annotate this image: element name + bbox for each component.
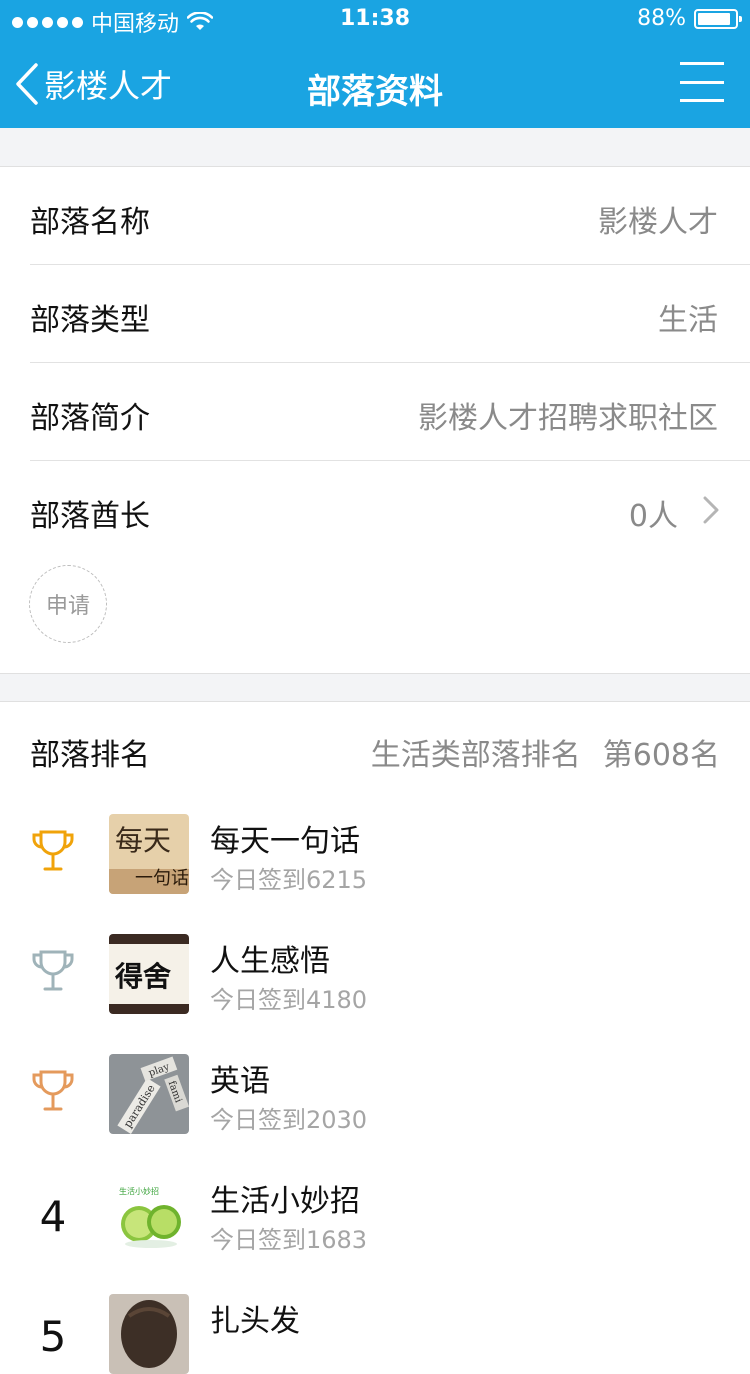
- row-value: 影楼人才招聘求职社区: [418, 401, 718, 436]
- ranking-label: 部落排名: [30, 738, 150, 773]
- battery-percent: 88%: [637, 6, 686, 31]
- nav-bar: 影楼人才 部落资料: [0, 40, 750, 128]
- tribe-avatar: 得舍: [109, 934, 189, 1014]
- svg-text:一句话: 一句话: [135, 868, 189, 889]
- menu-icon-line: [680, 80, 724, 84]
- item-subtitle: 今日签到1683: [210, 1226, 368, 1254]
- trophy-bronze-icon: [32, 1070, 74, 1111]
- item-title: 英语: [210, 1064, 270, 1099]
- item-subtitle: 今日签到4180: [210, 986, 368, 1014]
- chevron-left-icon: [16, 63, 38, 105]
- ranking-item[interactable]: 得舍 人生感悟 今日签到4180: [0, 934, 750, 1014]
- rank-number: 4: [39, 1192, 67, 1241]
- row-label: 部落类型: [30, 303, 150, 338]
- ranking-item[interactable]: 5 扎头发: [0, 1294, 750, 1374]
- row-label: 部落酋长: [30, 499, 150, 534]
- ranking-item[interactable]: 4 生活小妙招 生活小妙招 今日签到1683: [0, 1174, 750, 1254]
- ranking-info: 生活类部落排名 第608名: [371, 730, 720, 774]
- tribe-type-row: 部落类型 生活: [30, 265, 750, 363]
- back-button[interactable]: 影楼人才: [14, 58, 172, 110]
- section-divider: [0, 128, 750, 167]
- tribe-intro-row: 部落简介 影楼人才招聘求职社区: [30, 363, 750, 461]
- ranking-position: 第608名: [602, 738, 720, 773]
- menu-icon-line: [680, 99, 724, 102]
- battery-icon: [694, 8, 742, 29]
- tribe-avatar: 生活小妙招: [109, 1174, 189, 1254]
- svg-text:得舍: 得舍: [114, 960, 171, 993]
- trophy-gold-icon: [32, 830, 74, 871]
- tribe-avatar: [109, 1294, 189, 1374]
- status-right: 88%: [637, 6, 742, 31]
- apply-button[interactable]: 申请: [29, 565, 107, 643]
- row-label: 部落简介: [30, 401, 150, 436]
- section-divider: [0, 673, 750, 702]
- item-title: 生活小妙招: [210, 1184, 360, 1219]
- chevron-right-icon: [703, 496, 719, 524]
- ranking-item[interactable]: paradise play fami 英语 今日签到2030: [0, 1054, 750, 1134]
- top-bar: 中国移动 11:38 88% 影楼人才 部落资料: [0, 0, 750, 128]
- rank-number: 5: [39, 1312, 67, 1361]
- back-label: 影楼人才: [44, 67, 173, 105]
- svg-text:每天: 每天: [115, 824, 171, 857]
- row-label: 部落名称: [30, 205, 150, 240]
- tribe-avatar: 每天 一句话: [109, 814, 189, 894]
- item-subtitle: 今日签到6215: [210, 866, 368, 894]
- battery-fill: [698, 12, 730, 25]
- menu-icon-line: [680, 62, 724, 65]
- status-bar: 中国移动 11:38 88%: [0, 0, 750, 40]
- item-title: 每天一句话: [210, 824, 360, 859]
- ranking-category: 生活类部落排名: [370, 738, 581, 773]
- tribe-name-row: 部落名称 影楼人才: [30, 167, 750, 265]
- row-value: 生活: [658, 303, 718, 338]
- tribe-chief-row[interactable]: 部落酋长 0人: [30, 461, 750, 558]
- svg-text:生活小妙招: 生活小妙招: [119, 1186, 159, 1196]
- ranking-item[interactable]: 每天 一句话 每天一句话 今日签到6215: [0, 814, 750, 894]
- row-value: 0人: [628, 499, 678, 534]
- menu-button[interactable]: [680, 62, 724, 102]
- trophy-silver-icon: [32, 950, 74, 991]
- row-value: 影楼人才: [598, 205, 718, 240]
- item-title: 扎头发: [210, 1304, 300, 1339]
- item-title: 人生感悟: [210, 944, 330, 979]
- item-subtitle: 今日签到2030: [210, 1106, 368, 1134]
- tribe-avatar: paradise play fami: [109, 1054, 189, 1134]
- ranking-header: 部落排名 生活类部落排名 第608名: [30, 730, 720, 773]
- tribe-info-list: 部落名称 影楼人才 部落类型 生活 部落简介 影楼人才招聘求职社区 部落酋长 0…: [0, 167, 750, 558]
